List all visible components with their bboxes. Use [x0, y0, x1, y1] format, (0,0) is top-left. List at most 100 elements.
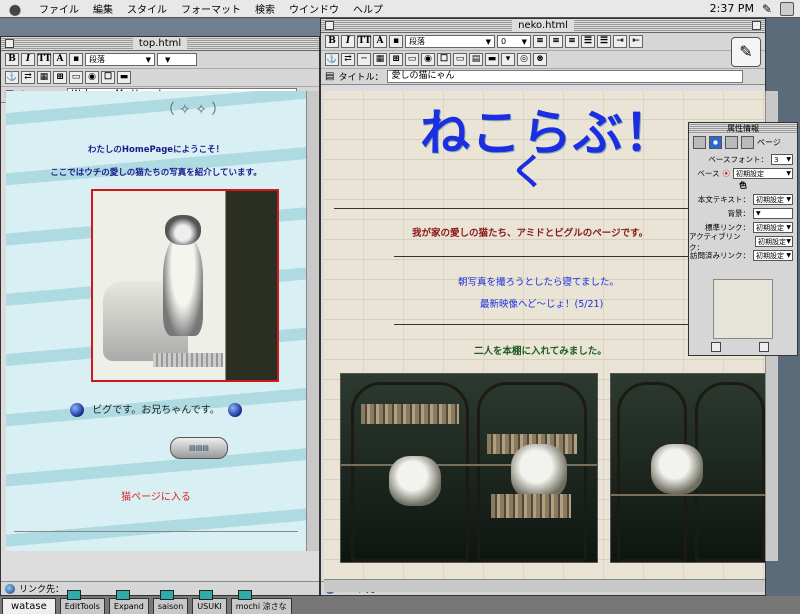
- bookcase-photo-2: [610, 373, 765, 563]
- latest-video-link[interactable]: 最新映像へど～じょ！(5/21): [480, 296, 603, 310]
- globe-icon: [5, 583, 15, 594]
- logo-button[interactable]: ▤▤▤: [170, 437, 228, 459]
- new-document-icon[interactable]: [711, 342, 721, 352]
- window-titlebar[interactable]: neko.html: [321, 19, 765, 33]
- task-edittools[interactable]: EditTools: [59, 590, 105, 614]
- books-shape: [361, 404, 459, 424]
- table-icon[interactable]: ⊞: [389, 53, 403, 66]
- image-icon[interactable]: ▦: [37, 71, 51, 84]
- task-mochi[interactable]: mochi 涼さな: [230, 590, 292, 614]
- task-usuki[interactable]: USUKI: [192, 590, 227, 614]
- anchor-icon[interactable]: ⚓: [5, 71, 19, 84]
- paragraph-style-select[interactable]: 段落: [85, 53, 155, 66]
- cat-head-shape: [165, 215, 201, 245]
- body-text-color-select[interactable]: 初期設定: [753, 194, 793, 205]
- bold-button[interactable]: B: [325, 35, 339, 48]
- form-icon[interactable]: ▭: [69, 71, 83, 84]
- indent-button[interactable]: ⇥: [613, 35, 627, 48]
- radio-icon[interactable]: ◉: [421, 53, 435, 66]
- color-icon[interactable]: ▪: [69, 53, 83, 66]
- page-title-field[interactable]: 愛しの猫にゃん: [387, 70, 743, 83]
- textarea-icon[interactable]: ▤: [469, 53, 483, 66]
- task-label: saison: [157, 602, 184, 611]
- rule-icon[interactable]: ─: [357, 53, 371, 66]
- application-icon[interactable]: [780, 1, 794, 16]
- object-toolbar: ⚓ ⇄ ▦ ⊞ ▭ ◉ ☐ ▬: [1, 69, 319, 87]
- font-size-select[interactable]: 0: [497, 35, 531, 48]
- bold-button[interactable]: B: [5, 53, 19, 66]
- italic-button[interactable]: I: [341, 35, 355, 48]
- align-center-button[interactable]: ≡: [549, 35, 563, 48]
- color-icon[interactable]: ▪: [389, 35, 403, 48]
- button-icon[interactable]: ▬: [485, 53, 499, 66]
- link-icon[interactable]: ⇄: [341, 53, 355, 66]
- background-color-select[interactable]: [753, 208, 793, 219]
- align-right-button[interactable]: ≡: [565, 35, 579, 48]
- task-saison[interactable]: saison: [152, 590, 189, 614]
- outdent-button[interactable]: ⇤: [629, 35, 643, 48]
- menu-search[interactable]: 検索: [248, 1, 282, 16]
- menu-help[interactable]: ヘルプ: [346, 1, 390, 16]
- applet-icon[interactable]: ◎: [517, 53, 531, 66]
- menu-edit[interactable]: 編集: [86, 1, 120, 16]
- button-icon[interactable]: ▬: [117, 71, 131, 84]
- checkbox-icon[interactable]: ☐: [101, 71, 115, 84]
- anchor-icon[interactable]: ⚓: [325, 53, 339, 66]
- teletype-button[interactable]: TT: [37, 53, 51, 66]
- preview-button-icon[interactable]: ✎: [731, 37, 761, 67]
- visited-link-color-label: 訪問済みリンク：: [690, 251, 750, 260]
- left-vertical-scrollbar[interactable]: [306, 91, 319, 551]
- link-icon[interactable]: ⇄: [21, 71, 35, 84]
- active-link-color-select[interactable]: 初期設定: [755, 236, 793, 247]
- base-select[interactable]: 初期設定: [733, 168, 793, 179]
- visited-link-color-select[interactable]: 初期設定: [753, 250, 793, 261]
- object-toolbar: ⚓ ⇄ ─ ▦ ⊞ ▭ ◉ ☐ ▭ ▤ ▬ ▾ ◎ ⊗: [321, 51, 765, 69]
- menu-format[interactable]: フォーマット: [174, 1, 248, 16]
- checkbox-icon[interactable]: ☐: [437, 53, 451, 66]
- menubar: ファイル 編集 スタイル フォーマット 検索 ウインドウ ヘルプ 2:37 PM…: [0, 0, 800, 18]
- close-box-icon[interactable]: [5, 39, 14, 48]
- textfield-icon[interactable]: ▭: [453, 53, 467, 66]
- font-icon[interactable]: A: [373, 35, 387, 48]
- close-box-icon[interactable]: [325, 21, 334, 30]
- unordered-list-button[interactable]: ☰: [581, 35, 595, 48]
- tab-page-icon[interactable]: [709, 136, 722, 149]
- tab-icon[interactable]: [693, 136, 706, 149]
- table-icon[interactable]: ⊞: [53, 71, 67, 84]
- link-color-select[interactable]: 初期設定: [753, 222, 793, 233]
- form-icon[interactable]: ▭: [405, 53, 419, 66]
- menu-window[interactable]: ウインドウ: [282, 1, 346, 16]
- font-size-select[interactable]: [157, 53, 197, 66]
- ordered-list-button[interactable]: ☰: [597, 35, 611, 48]
- shelf-shape: [611, 494, 765, 496]
- paragraph-style-select[interactable]: 段落: [405, 35, 495, 48]
- base-font-select[interactable]: 3: [771, 154, 793, 165]
- enter-cat-page-link[interactable]: 猫ページに入る: [6, 488, 306, 503]
- task-expand[interactable]: Expand: [108, 590, 149, 614]
- window-title: neko.html: [512, 20, 574, 31]
- teletype-button[interactable]: TT: [357, 35, 371, 48]
- tab-page-label: ページ: [757, 138, 781, 147]
- target-icon[interactable]: ⦿: [723, 168, 731, 179]
- right-horizontal-scrollbar[interactable]: [324, 579, 765, 592]
- window-titlebar[interactable]: top.html: [1, 37, 319, 51]
- radio-icon[interactable]: ◉: [85, 71, 99, 84]
- align-left-button[interactable]: ≡: [533, 35, 547, 48]
- image-icon[interactable]: ▦: [373, 53, 387, 66]
- menu-file[interactable]: ファイル: [32, 1, 86, 16]
- plugin-icon[interactable]: ⊗: [533, 53, 547, 66]
- tab-icon[interactable]: [725, 136, 738, 149]
- apple-menu-icon[interactable]: [6, 1, 24, 16]
- background-preview: [713, 279, 773, 339]
- palette-title[interactable]: 属性情報: [689, 123, 797, 134]
- popup-icon[interactable]: ▾: [501, 53, 515, 66]
- italic-button[interactable]: I: [21, 53, 35, 66]
- pencil-icon[interactable]: ✎: [762, 2, 772, 16]
- menu-style[interactable]: スタイル: [120, 1, 174, 16]
- font-icon[interactable]: A: [53, 53, 67, 66]
- tab-icon[interactable]: [741, 136, 754, 149]
- task-watase[interactable]: watase: [2, 598, 56, 614]
- zoom-box-icon[interactable]: [752, 21, 761, 30]
- trash-icon[interactable]: [759, 342, 769, 352]
- sleeping-photo-link[interactable]: 朝写真を撮ろうとしたら寝てました。: [458, 274, 619, 288]
